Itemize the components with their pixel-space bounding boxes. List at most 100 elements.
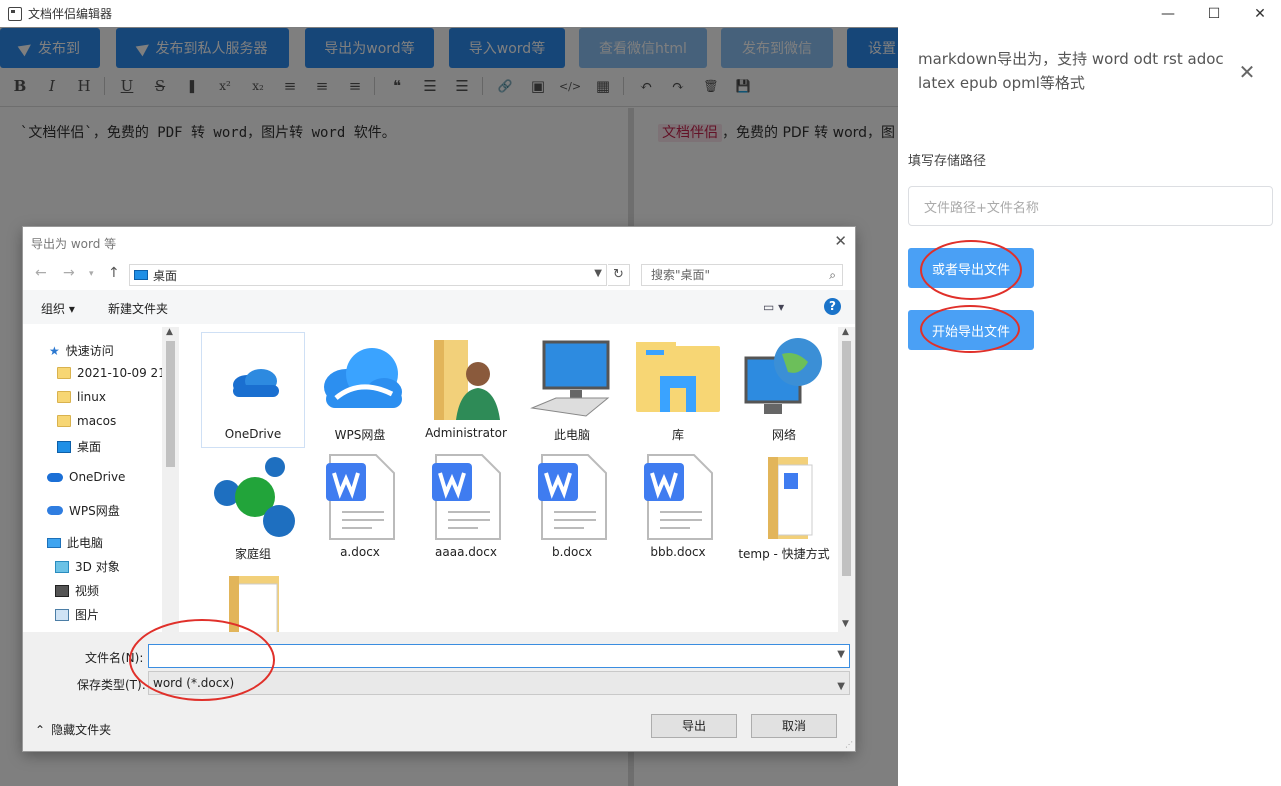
refresh-icon[interactable]: ↻ [608, 264, 630, 286]
history-chevron-icon[interactable]: ▾ [89, 269, 94, 279]
up-arrow-icon[interactable]: ↑ [108, 265, 120, 281]
library-icon [632, 332, 724, 422]
chevron-down-icon[interactable]: ▼ [837, 649, 845, 660]
address-bar[interactable]: 桌面 ▼ [129, 264, 607, 286]
resize-grip-icon[interactable]: ⋰ [845, 740, 853, 749]
file-item[interactable]: WPS网盘 [308, 332, 412, 448]
window-title: 文档伴侣编辑器 [28, 7, 113, 21]
app-icon [8, 6, 22, 21]
folder-icon [57, 415, 71, 427]
desktop-icon [57, 440, 71, 453]
onedrive-icon [207, 333, 299, 423]
search-input[interactable]: 搜索"桌面" ⌕ [641, 264, 843, 286]
hide-folders-toggle[interactable]: ⌃ 隐藏文件夹 [35, 721, 111, 738]
folder-icon [57, 367, 71, 379]
file-type-select[interactable]: word (*.docx) ▼ [148, 671, 850, 695]
file-item[interactable]: Administrator [414, 332, 518, 448]
file-item[interactable]: OneDrive [201, 332, 305, 448]
new-folder-button[interactable]: 新建文件夹 [108, 300, 168, 317]
word-document-icon [420, 451, 512, 541]
storage-path-label: 填写存储路径 [908, 154, 987, 169]
drawer-title: markdown导出为，支持 word odt rst adoc latex e… [918, 50, 1224, 92]
file-item[interactable]: temp - 快捷方式 [732, 451, 836, 567]
homegroup-icon [207, 451, 299, 541]
file-item[interactable]: 网络 [732, 332, 836, 448]
file-item[interactable]: 库 [626, 332, 730, 448]
forward-arrow-icon[interactable]: → [63, 265, 75, 281]
nav-desktop[interactable]: 桌面 [57, 438, 101, 455]
cloud-icon [47, 472, 63, 482]
filename-input[interactable]: ▼ [148, 644, 850, 668]
nav-3d-objects[interactable]: 3D 对象 [55, 558, 120, 575]
picture-icon [55, 608, 69, 621]
folder-icon [57, 391, 71, 403]
wps-cloud-icon [314, 332, 406, 422]
chevron-up-icon: ⌃ [35, 722, 46, 737]
computer-icon [526, 332, 618, 422]
network-icon [738, 332, 830, 422]
scroll-up-icon[interactable]: ▲ [842, 327, 849, 337]
title-bar: 文档伴侣编辑器 — ☐ ✕ [0, 0, 1281, 27]
organize-menu[interactable]: 组织 ▾ [41, 300, 75, 317]
back-arrow-icon[interactable]: ← [35, 265, 47, 281]
cube-icon [55, 560, 69, 573]
file-item[interactable]: aaaa.docx [414, 451, 518, 567]
close-icon[interactable]: ✕ [1236, 61, 1258, 83]
folder-icon [207, 570, 299, 632]
close-window-button[interactable]: ✕ [1237, 0, 1281, 27]
file-type-label: 保存类型(T): [77, 678, 146, 692]
user-folder-icon [420, 332, 512, 422]
scroll-down-icon[interactable]: ▼ [842, 619, 849, 629]
chevron-down-icon[interactable]: ▼ [594, 268, 602, 279]
export-drawer: markdown导出为，支持 word odt rst adoc latex e… [898, 27, 1281, 786]
dialog-footer: 文件名(N): ▼ 保存类型(T): word (*.docx) ▼ ⌃ 隐藏文件夹… [23, 632, 855, 751]
nav-scrollbar[interactable]: ▲ [162, 327, 179, 632]
dialog-title: 导出为 word 等 [31, 237, 117, 251]
file-grid: OneDrive WPS网盘 Administrator 此电脑 库 网络 家庭… [193, 327, 838, 632]
nav-this-pc[interactable]: 此电脑 [47, 534, 103, 551]
film-icon [55, 584, 69, 597]
file-item[interactable]: bbb.docx [626, 451, 730, 567]
export-button[interactable]: 导出 [651, 714, 737, 738]
desktop-icon [134, 270, 148, 280]
scroll-thumb[interactable] [166, 341, 175, 467]
word-document-icon [632, 451, 724, 541]
file-item[interactable]: b.docx [520, 451, 624, 567]
command-bar: 组织 ▾ 新建文件夹 ▭ ▾ ? [23, 290, 855, 324]
nav-folder[interactable]: linux [57, 390, 106, 404]
search-icon: ⌕ [829, 268, 836, 282]
word-document-icon [314, 451, 406, 541]
nav-videos[interactable]: 视频 [55, 582, 99, 599]
start-export-button[interactable]: 开始导出文件 [908, 310, 1034, 350]
dialog-close-icon[interactable]: ✕ [834, 232, 847, 250]
scroll-thumb[interactable] [842, 341, 851, 576]
file-item[interactable]: 此电脑 [520, 332, 624, 448]
cloud-icon [47, 506, 63, 515]
cancel-button[interactable]: 取消 [751, 714, 837, 738]
view-options-icon[interactable]: ▭ ▾ [763, 300, 784, 314]
file-item[interactable]: a.docx [308, 451, 412, 567]
nav-folder[interactable]: macos [57, 414, 116, 428]
file-scrollbar[interactable]: ▲ ▼ [838, 327, 855, 632]
file-item[interactable]: 家庭组 [201, 451, 305, 567]
nav-wps[interactable]: WPS网盘 [47, 502, 120, 519]
minimize-button[interactable]: — [1145, 0, 1191, 27]
navigation-pane: ★ 快速访问 2021-10-09 21. linux macos 桌面 OneD… [23, 324, 179, 632]
scroll-up-icon[interactable]: ▲ [166, 327, 173, 337]
chevron-down-icon[interactable]: ▼ [837, 676, 845, 698]
filename-label: 文件名(N): [85, 651, 144, 665]
star-icon: ★ [49, 343, 60, 358]
nav-pictures[interactable]: 图片 [55, 606, 99, 623]
computer-icon [47, 537, 61, 548]
alt-export-button[interactable]: 或者导出文件 [908, 248, 1034, 288]
file-path-input[interactable]: 文件路径+文件名称 [908, 186, 1273, 226]
file-item[interactable] [201, 570, 305, 632]
word-document-icon [526, 451, 618, 541]
help-icon[interactable]: ? [824, 298, 841, 315]
save-file-dialog: 导出为 word 等 ✕ ← → ▾ ↑ 桌面 ▼ ↻ 搜索"桌面" ⌕ 组织 ▾… [23, 227, 855, 751]
nav-quick-access[interactable]: ★ 快速访问 [49, 342, 114, 359]
folder-shortcut-icon [738, 451, 830, 541]
maximize-button[interactable]: ☐ [1191, 0, 1237, 27]
nav-folder[interactable]: 2021-10-09 21. [57, 366, 170, 380]
nav-onedrive[interactable]: OneDrive [47, 470, 125, 484]
